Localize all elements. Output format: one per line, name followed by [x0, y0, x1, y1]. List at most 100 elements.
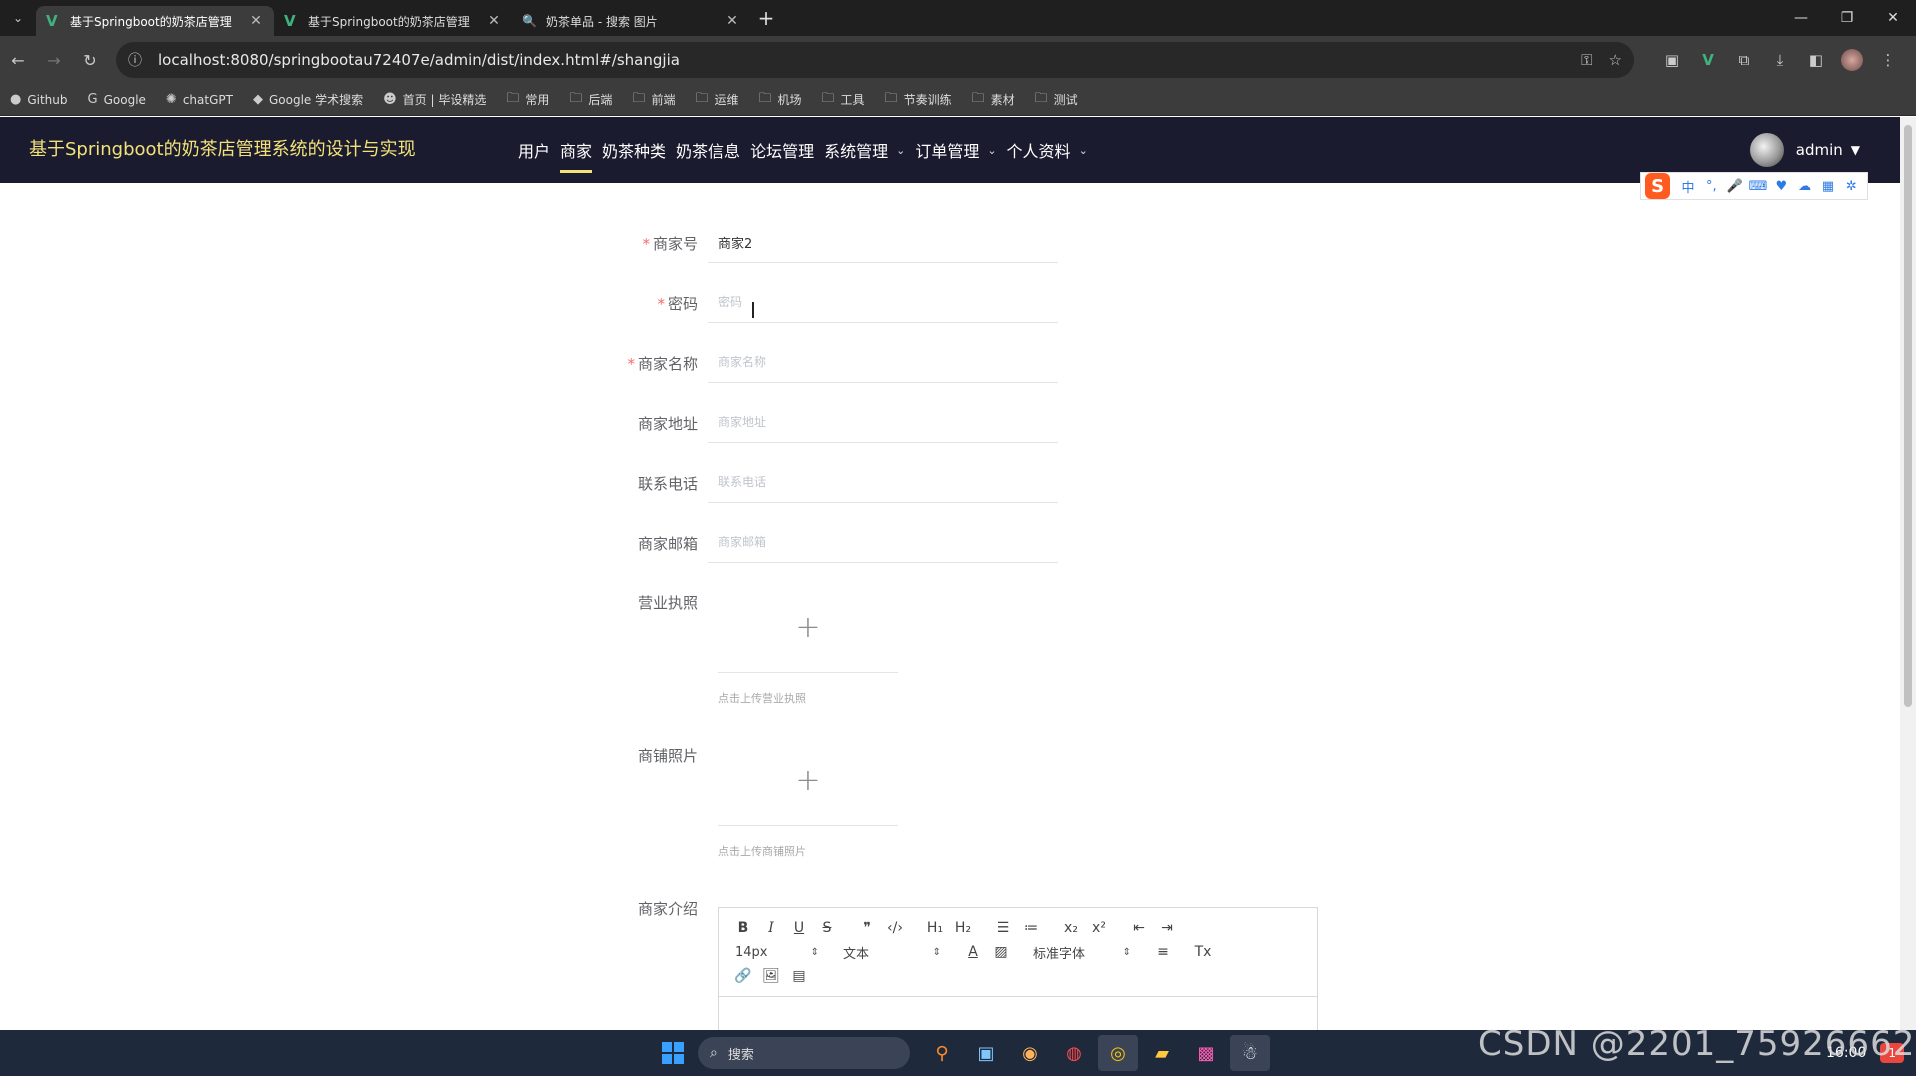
nav-item-profile[interactable]: 个人资料 ⌄ — [1007, 117, 1088, 183]
heading1-icon[interactable]: H₁ — [921, 920, 949, 936]
back-icon[interactable]: ← — [0, 42, 36, 78]
bookmark-folder[interactable]: 🗀 后端 — [569, 89, 612, 111]
font-color-icon[interactable]: A — [959, 944, 987, 960]
browser-tab[interactable]: 🔍 奶茶单品 - 搜索 图片 ✕ — [512, 6, 750, 36]
image-icon[interactable]: 🖼 — [757, 968, 785, 984]
chinese-mode-icon[interactable]: 中 — [1676, 177, 1699, 196]
minimize-icon[interactable]: — — [1778, 0, 1824, 36]
password-input[interactable] — [708, 283, 1058, 323]
close-icon[interactable]: ✕ — [486, 13, 502, 29]
address-bar[interactable]: ⓘ localhost:8080/springbootau72407e/admi… — [116, 42, 1634, 78]
puzzle-icon[interactable]: ⧉ — [1726, 51, 1762, 69]
license-upload[interactable]: + — [718, 583, 898, 673]
bookmark-site[interactable]: ☻ 首页 | 毕设精选 — [383, 91, 486, 108]
taskbar-search[interactable]: ⌕ 搜索 — [698, 1037, 910, 1069]
bookmark-folder[interactable]: 🗀 机场 — [758, 89, 801, 111]
bookmark-github[interactable]: ● Github — [10, 92, 68, 107]
nav-item-tea-types[interactable]: 奶茶种类 — [602, 117, 666, 183]
header-select[interactable]: 文本 ⇕ — [837, 943, 947, 962]
nav-item-forum[interactable]: 论坛管理 — [750, 117, 814, 183]
microphone-icon[interactable]: 🎤 — [1723, 179, 1746, 194]
bookmark-folder[interactable]: 🗀 前端 — [632, 89, 675, 111]
windows-start-icon[interactable] — [658, 1038, 688, 1068]
bookmark-scholar[interactable]: ◆ Google 学术搜索 — [253, 91, 363, 108]
code-block-icon[interactable]: ‹/› — [881, 920, 909, 936]
site-info-icon[interactable]: ⓘ — [128, 50, 148, 70]
superscript-icon[interactable]: x² — [1085, 920, 1113, 936]
font-size-select[interactable]: 14px ⇕ — [729, 945, 825, 960]
merchant-name-input[interactable] — [708, 343, 1058, 383]
background-color-icon[interactable]: ▨ — [987, 944, 1015, 960]
strike-icon[interactable]: S — [813, 920, 841, 936]
bookmark-folder[interactable]: 🗀 工具 — [822, 89, 865, 111]
bullet-list-icon[interactable]: ≔ — [1017, 920, 1045, 936]
password-key-icon[interactable]: ⚿ — [1581, 51, 1592, 69]
address-input[interactable] — [708, 403, 1058, 443]
reload-icon[interactable]: ↻ — [72, 42, 108, 78]
ide-app-icon[interactable]: ▩ — [1186, 1035, 1226, 1071]
profile-avatar[interactable] — [1841, 49, 1863, 71]
chrome-app-icon[interactable]: ◎ — [1098, 1035, 1138, 1071]
phone-input[interactable] — [708, 463, 1058, 503]
bookmark-star-icon[interactable]: ☆ — [1609, 51, 1622, 69]
clear-format-icon[interactable]: Tx — [1189, 944, 1217, 960]
nav-item-system[interactable]: 系统管理 ⌄ — [824, 117, 905, 183]
new-tab-button[interactable]: + — [750, 6, 782, 30]
extension-icon[interactable]: ▣ — [1654, 51, 1690, 69]
underline-icon[interactable]: U — [785, 920, 813, 936]
skin-icon[interactable]: ♥ — [1770, 179, 1793, 194]
cloud-icon[interactable]: ☁ — [1793, 179, 1816, 194]
keyboard-icon[interactable]: ⌨ — [1746, 179, 1769, 194]
link-icon[interactable]: 🔗 — [729, 968, 757, 984]
heading2-icon[interactable]: H₂ — [949, 920, 977, 936]
nav-item-tea-info[interactable]: 奶茶信息 — [676, 117, 740, 183]
sidepanel-icon[interactable]: ◧ — [1798, 51, 1834, 69]
sogou-logo-icon[interactable]: S — [1645, 173, 1671, 199]
browser-tab[interactable]: V 基于Springboot的奶茶店管理 ✕ — [36, 6, 274, 36]
bookmark-folder[interactable]: 🗀 运维 — [695, 89, 738, 111]
qq-app-icon[interactable]: ☃ — [1230, 1035, 1270, 1071]
netease-app-icon[interactable]: ◍ — [1054, 1035, 1094, 1071]
browser-tab[interactable]: V 基于Springboot的奶茶店管理 ✕ — [274, 6, 512, 36]
nav-item-orders[interactable]: 订单管理 ⌄ — [915, 117, 996, 183]
merchant-no-input[interactable] — [708, 223, 1058, 263]
file-explorer-icon[interactable]: ▰ — [1142, 1035, 1182, 1071]
close-icon[interactable]: ✕ — [248, 13, 264, 29]
scrollbar-thumb[interactable] — [1904, 125, 1912, 707]
more-menu-icon[interactable]: ⋮ — [1870, 51, 1906, 69]
vue-devtools-icon[interactable]: V — [1690, 51, 1726, 69]
restore-icon[interactable]: ❐ — [1824, 0, 1870, 36]
close-window-icon[interactable]: ✕ — [1870, 0, 1916, 36]
page-scrollbar[interactable] — [1900, 117, 1916, 1030]
tab-search-menu-icon[interactable]: ⌄ — [0, 0, 36, 36]
bold-icon[interactable]: B — [729, 920, 757, 936]
bookmark-folder[interactable]: 🗀 素材 — [972, 89, 1015, 111]
bookmark-chatgpt[interactable]: ✺ chatGPT — [166, 92, 233, 107]
outdent-icon[interactable]: ⇤ — [1125, 920, 1153, 936]
nav-item-users[interactable]: 用户 — [518, 117, 550, 183]
bookmark-folder[interactable]: 🗀 测试 — [1035, 89, 1078, 111]
shop-photo-upload[interactable]: + — [718, 736, 898, 826]
game-app-icon[interactable]: ◉ — [1010, 1035, 1050, 1071]
bookmark-folder[interactable]: 🗀 节奏训练 — [885, 89, 952, 111]
email-input[interactable] — [708, 523, 1058, 563]
italic-icon[interactable]: I — [757, 920, 785, 936]
download-icon[interactable]: ⤓ — [1762, 51, 1798, 69]
toolbox-icon[interactable]: ▦ — [1816, 179, 1839, 194]
bookmark-folder[interactable]: 🗀 常用 — [506, 89, 549, 111]
font-family-select[interactable]: 标准字体 ⇕ — [1027, 943, 1137, 962]
close-icon[interactable]: ✕ — [724, 13, 740, 29]
blockquote-icon[interactable]: ❞ — [853, 920, 881, 936]
forward-icon[interactable]: → — [36, 42, 72, 78]
url-text[interactable]: localhost:8080/springbootau72407e/admin/… — [148, 51, 1565, 69]
ordered-list-icon[interactable]: ☰ — [989, 920, 1017, 936]
align-icon[interactable]: ≡ — [1149, 944, 1177, 960]
indent-icon[interactable]: ⇥ — [1153, 920, 1181, 936]
search-app-icon[interactable]: ⚲ — [922, 1035, 962, 1071]
bookmark-google[interactable]: G Google — [88, 92, 146, 107]
punctuation-icon[interactable]: °, — [1700, 179, 1723, 194]
subscript-icon[interactable]: x₂ — [1057, 920, 1085, 936]
video-icon[interactable]: ▤ — [785, 968, 813, 984]
nav-item-merchant[interactable]: 商家 — [560, 117, 593, 183]
settings-icon[interactable]: ✲ — [1840, 179, 1863, 194]
